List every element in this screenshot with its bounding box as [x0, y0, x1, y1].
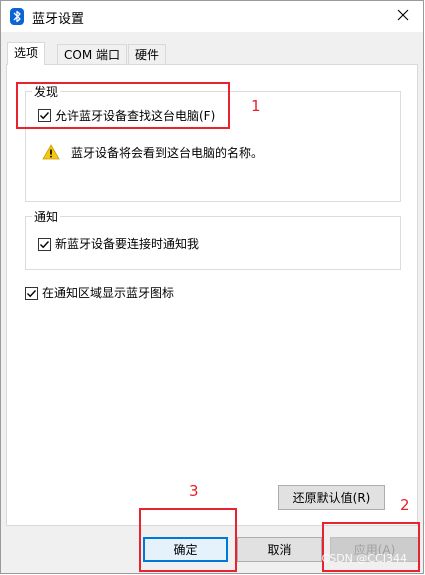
annotation-box-1: [16, 82, 230, 129]
annotation-number-1: 1: [251, 97, 261, 115]
group-title: 通知: [32, 208, 61, 225]
restore-defaults-button[interactable]: 还原默认值(R): [278, 485, 385, 510]
annotation-number-2: 2: [400, 496, 410, 514]
checkmark-icon: [40, 241, 50, 249]
notify-new-device-checkbox[interactable]: [38, 238, 51, 251]
annotation-number-3: 3: [189, 482, 199, 500]
csdn-watermark: CSDN @CCI344: [321, 552, 407, 565]
bluetooth-icon: [10, 8, 24, 25]
title-bar: 蓝牙设置: [1, 1, 423, 32]
discovery-warning-text: 蓝牙设备将会看到这台电脑的名称。: [71, 146, 264, 160]
warning-icon: [42, 144, 60, 163]
tab-com-ports[interactable]: COM 端口: [57, 44, 127, 64]
cancel-button[interactable]: 取消: [237, 537, 322, 562]
show-tray-icon-checkbox[interactable]: [25, 287, 38, 300]
button-label: 还原默认值(R): [292, 491, 371, 505]
tab-hardware[interactable]: 硬件: [128, 44, 167, 64]
tab-label: 选项: [14, 46, 39, 60]
bluetooth-settings-window: 蓝牙设置 选项 COM 端口 硬件 发现 允许蓝牙设备查找这台电脑(F) 蓝牙设…: [0, 0, 424, 574]
annotation-box-3: [139, 508, 237, 572]
show-tray-icon-label[interactable]: 在通知区域显示蓝牙图标: [42, 284, 174, 301]
options-tab-panel: 发现 允许蓝牙设备查找这台电脑(F) 蓝牙设备将会看到这台电脑的名称。 通知 新…: [6, 64, 418, 526]
tab-label: COM 端口: [64, 48, 120, 62]
close-button[interactable]: [383, 1, 423, 32]
close-icon: [397, 9, 409, 24]
tab-label: 硬件: [135, 48, 160, 62]
window-title: 蓝牙设置: [32, 12, 85, 27]
button-label: 取消: [267, 543, 292, 557]
tab-options[interactable]: 选项: [7, 42, 46, 65]
notify-new-device-label[interactable]: 新蓝牙设备要连接时通知我: [55, 235, 199, 252]
checkmark-icon: [27, 290, 37, 298]
